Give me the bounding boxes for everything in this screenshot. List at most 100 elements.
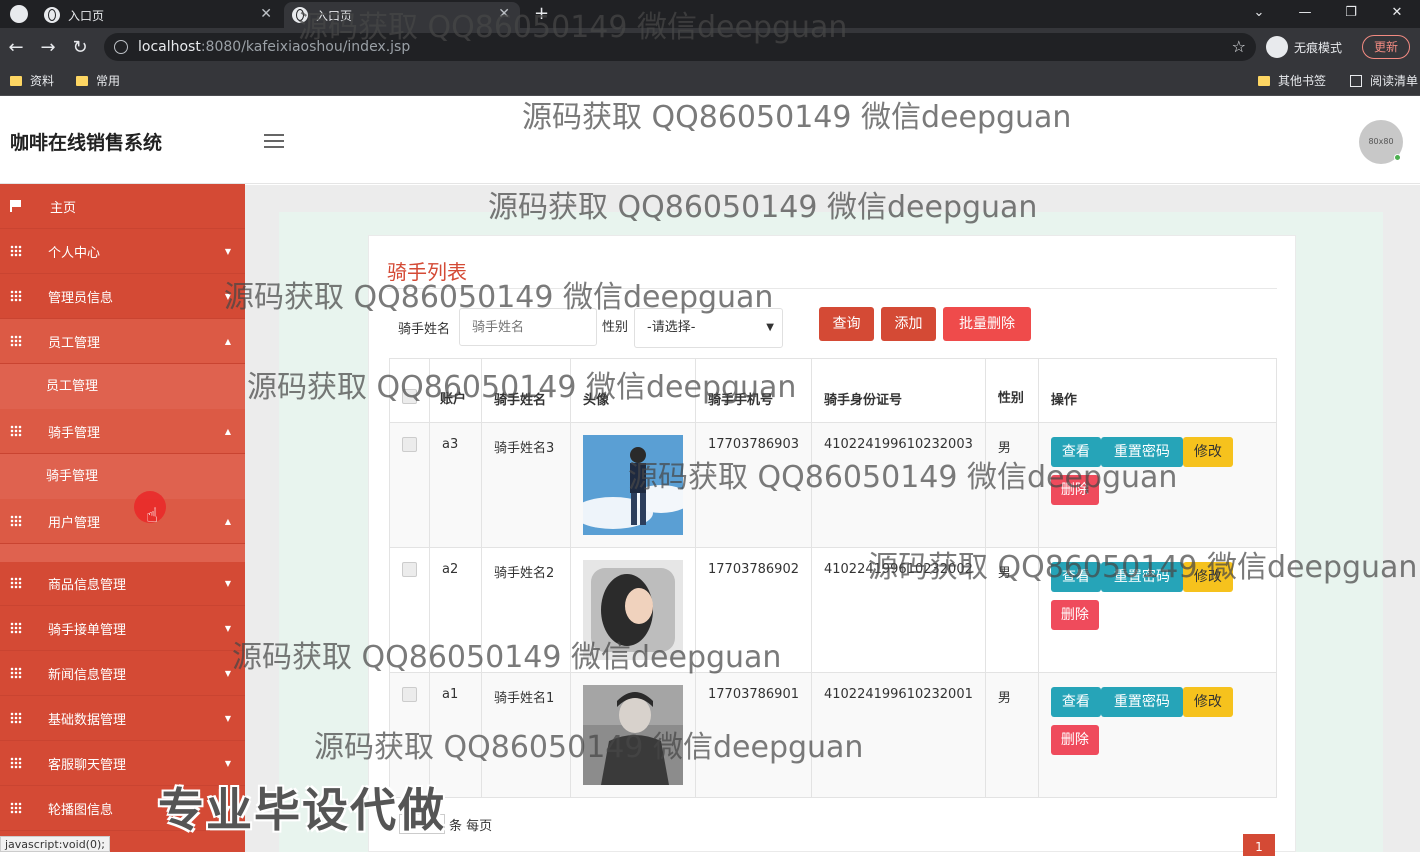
sidebar-item-news[interactable]: 新闻信息管理 ▼ (0, 651, 245, 696)
sidebar-item-home[interactable]: 主页 (0, 184, 245, 229)
restore-icon[interactable]: ❐ (1328, 0, 1374, 28)
sidebar-item-admin-info[interactable]: 管理员信息 ▼ (0, 274, 245, 319)
address-bar[interactable]: localhost:8080/kafeixiaoshou/index.jsp ☆ (104, 33, 1256, 61)
tab-search-icon[interactable]: ⌄ (1236, 0, 1282, 28)
sidebar: 主页 个人中心 ▼ 管理员信息 ▼ 员工管理 ▲ 员工管理 骑手管理 ▲ 骑手管… (0, 184, 245, 852)
column-header: 账户 (429, 358, 482, 423)
name-search-label: 骑手姓名 (398, 322, 451, 337)
edit-button[interactable]: 修改 (1182, 687, 1233, 717)
actions-cell: 查看 重置密码 修改 删除 (1037, 422, 1278, 548)
gender-select[interactable]: -请选择- ▼ (634, 308, 783, 348)
edit-button[interactable]: 修改 (1182, 562, 1233, 592)
sidebar-item-label: 客服聊天管理 (48, 757, 127, 773)
actions-cell: 查看 重置密码 修改 删除 (1037, 672, 1278, 798)
page-button-current[interactable]: 1 (1243, 834, 1275, 856)
globe-icon (44, 7, 60, 23)
view-button[interactable]: 查看 (1050, 687, 1101, 717)
chevron-down-icon: ▼ (766, 322, 774, 333)
sidebar-item-rider[interactable]: 骑手管理 ▲ (0, 409, 245, 454)
sidebar-item-staff[interactable]: 员工管理 ▲ (0, 319, 245, 364)
close-icon[interactable]: ✕ (260, 6, 272, 22)
grid-icon (10, 622, 22, 634)
sidebar-subitem-user[interactable] (0, 544, 245, 562)
sidebar-item-label: 员工管理 (48, 335, 101, 351)
column-header: 头像 (570, 358, 696, 423)
avatar-cell (570, 547, 696, 673)
delete-button[interactable]: 删除 (1050, 600, 1099, 630)
bookmark-folder[interactable]: 其他书签 (1258, 72, 1326, 89)
add-button[interactable]: 添加 (881, 307, 936, 341)
table-row: a1 骑手姓名1 17703786901 410224199610232001 … (389, 672, 1278, 798)
folder-icon (76, 75, 88, 86)
row-checkbox[interactable] (402, 562, 417, 577)
rider-name-cell: 骑手姓名2 (481, 547, 571, 673)
incognito-indicator[interactable]: 无痕模式 (1266, 35, 1342, 59)
caret-down-icon: ▼ (224, 292, 231, 301)
column-header: 骑手姓名 (481, 358, 571, 423)
query-button[interactable]: 查询 (819, 307, 874, 341)
delete-button[interactable]: 删除 (1050, 475, 1099, 505)
window-controls: ⌄ — ❐ ✕ (1236, 0, 1420, 28)
reset-password-button[interactable]: 重置密码 (1100, 562, 1183, 592)
new-tab-icon[interactable]: + (534, 3, 549, 24)
page-size-suffix: 条 每页 (449, 818, 493, 834)
site-info-icon[interactable] (114, 40, 128, 54)
phone-cell: 17703786902 (695, 547, 812, 673)
sidebar-item-orders[interactable]: 骑手接单管理 ▼ (0, 606, 245, 651)
sidebar-subitem-staff[interactable]: 员工管理 (0, 364, 245, 409)
close-icon[interactable]: ✕ (498, 6, 510, 22)
rider-photo (583, 560, 683, 660)
browser-tab-active[interactable]: 入口页 ✕ (284, 2, 520, 28)
close-window-icon[interactable]: ✕ (1374, 0, 1420, 28)
caret-down-icon: ▼ (224, 669, 231, 678)
app-header: 咖啡在线销售系统 80x80 (0, 98, 1420, 184)
bookmark-star-icon[interactable]: ☆ (1232, 33, 1246, 61)
update-button[interactable]: 更新 (1362, 35, 1410, 59)
sidebar-item-profile[interactable]: 个人中心 ▼ (0, 229, 245, 274)
hand-cursor-icon: ☝ (146, 503, 159, 527)
select-all-header (389, 358, 430, 423)
caret-up-icon: ▲ (224, 427, 231, 436)
sidebar-item-product[interactable]: 商品信息管理 ▼ (0, 561, 245, 606)
reset-password-button[interactable]: 重置密码 (1100, 687, 1183, 717)
avatar[interactable]: 80x80 (1359, 120, 1403, 164)
browser-tab[interactable]: 入口页 ✕ (36, 2, 282, 28)
forward-icon[interactable]: → (32, 37, 64, 58)
reload-icon[interactable]: ↻ (64, 37, 96, 58)
table-row: a2 骑手姓名2 17703786902 410224199610232002 … (389, 547, 1278, 673)
edit-button[interactable]: 修改 (1182, 437, 1233, 467)
sidebar-subitem-rider[interactable]: 骑手管理 (0, 454, 245, 499)
sidebar-item-base-data[interactable]: 基础数据管理 ▼ (0, 696, 245, 741)
account-cell: a2 (429, 547, 482, 673)
table-header-row: 账户 骑手姓名 头像 骑手手机号 骑手身份证号 性别 操作 (389, 358, 1278, 423)
rider-name-cell: 骑手姓名1 (481, 672, 571, 798)
sidebar-item-user[interactable]: 用户管理 ▲ (0, 499, 245, 544)
reset-password-button[interactable]: 重置密码 (1100, 437, 1183, 467)
back-icon[interactable]: ← (0, 37, 32, 58)
sidebar-item-label: 个人中心 (48, 245, 101, 261)
online-status-dot (1394, 154, 1401, 161)
bookmark-folder[interactable]: 资料 (10, 72, 54, 89)
row-checkbox[interactable] (402, 437, 417, 452)
url-host: localhost (138, 39, 201, 55)
sidebar-item-label: 骑手管理 (48, 425, 101, 441)
grid-icon (10, 425, 22, 437)
row-checkbox[interactable] (402, 687, 417, 702)
avatar-placeholder-text: 80x80 (1368, 137, 1394, 146)
incognito-label: 无痕模式 (1294, 40, 1343, 55)
reading-list[interactable]: 阅读清单 (1350, 72, 1418, 89)
name-search-input[interactable] (459, 308, 597, 346)
url-path: :8080/kafeixiaoshou/index.jsp (200, 39, 411, 55)
view-button[interactable]: 查看 (1050, 562, 1101, 592)
divider (387, 288, 1277, 289)
delete-button[interactable]: 删除 (1050, 725, 1099, 755)
select-all-checkbox[interactable] (402, 389, 417, 404)
menu-toggle-icon[interactable] (264, 134, 284, 148)
batch-delete-button[interactable]: 批量删除 (943, 307, 1031, 341)
caret-down-icon: ▼ (224, 714, 231, 723)
view-button[interactable]: 查看 (1050, 437, 1101, 467)
tab-title: 入口页 (68, 8, 105, 23)
bookmark-folder[interactable]: 常用 (76, 72, 120, 89)
caret-up-icon: ▲ (224, 337, 231, 346)
minimize-icon[interactable]: — (1282, 0, 1328, 28)
